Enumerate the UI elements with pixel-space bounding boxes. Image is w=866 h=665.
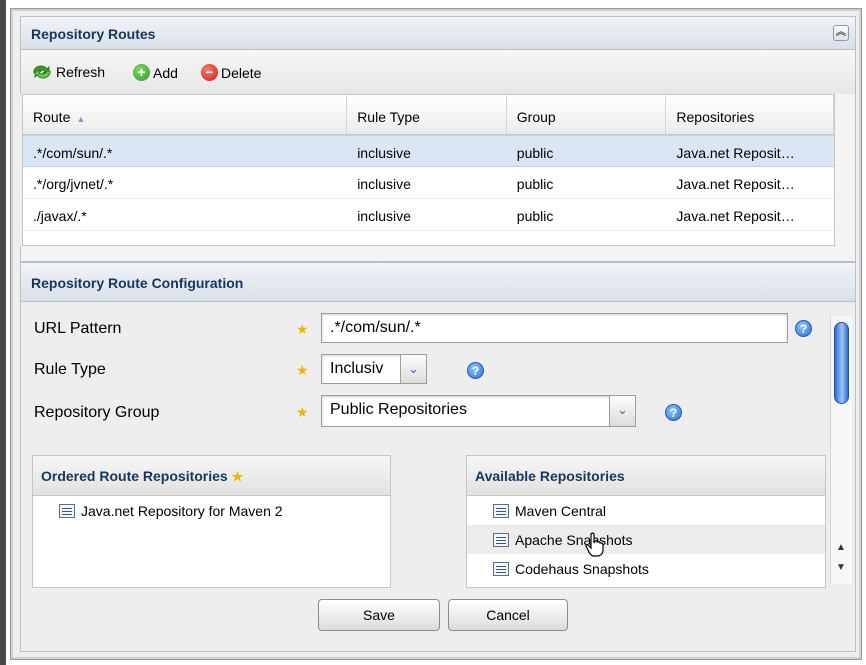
cell-route: .*/org/jvnet/.* [33,176,114,192]
table-row[interactable]: .*/org/jvnet/.* inclusive public Java.ne… [23,167,834,199]
delete-label: Delete [221,64,262,81]
routes-grid: Route ▲ Rule Type Group Repositories .*/c… [22,94,835,246]
cell-route: .*/com/sun/.* [33,145,113,161]
double-chevron-up-icon[interactable]: ︽ [833,25,849,41]
column-label: Route [33,109,71,125]
repository-group-value: Public Repositories [330,401,467,418]
available-repositories-list: Available Repositories Maven Central Apa… [466,455,826,588]
scroll-down-icon[interactable]: ▼ [836,562,846,573]
cell-repositories: Java.net Reposit… [676,208,795,224]
list-item-label: Maven Central [515,502,607,519]
refresh-label: Refresh [56,64,106,80]
required-star-icon: ★ [296,362,309,378]
cell-rule-type: inclusive [357,145,411,161]
required-star-icon: ★ [296,321,309,337]
cell-route: ./javax/.* [33,208,87,224]
column-header-repositories[interactable]: Repositories [666,95,834,134]
grid-footer [20,246,856,262]
cell-repositories: Java.net Reposit… [676,145,795,161]
url-pattern-label: URL Pattern [34,320,122,337]
chevron-down-icon[interactable]: ⌄ [609,396,635,426]
repository-icon [493,503,509,518]
list-item[interactable]: Apache Snapshots [467,525,825,554]
ordered-repositories-list: Ordered Route Repositories ★ Java.net Re… [32,455,391,588]
help-icon[interactable]: ? [467,362,484,379]
list-item-label: Java.net Repository for Maven 2 [81,502,283,519]
scroll-thumb[interactable] [834,322,849,404]
available-list-header: Available Repositories [467,456,825,496]
repository-group-label: Repository Group [34,404,160,421]
chevron-down-icon[interactable]: ⌄ [400,355,426,383]
rule-type-label: Rule Type [34,361,106,378]
column-header-route[interactable]: Route ▲ [23,95,348,134]
available-list-title: Available Repositories [475,468,625,484]
grid-header: Route ▲ Rule Type Group Repositories [23,95,834,135]
grid-side-strip [835,94,856,246]
rule-type-value: Inclusiv [330,360,384,377]
ordered-list-title: Ordered Route Repositories [41,468,228,484]
cancel-button[interactable]: Cancel [448,599,568,631]
top-strip [0,0,866,8]
config-panel-title: Repository Route Configuration [31,275,244,291]
config-panel-header: Repository Route Configuration [20,262,856,302]
window-left-edge [0,0,6,665]
routes-panel-header: Repository Routes ︽ [20,16,856,50]
repository-icon [493,532,509,547]
list-item[interactable]: Codehaus Snapshots [467,554,825,583]
column-header-group[interactable]: Group [507,95,667,134]
refresh-button[interactable]: Refresh [31,64,105,80]
cell-group: public [516,145,554,161]
list-item[interactable]: Java.net Repository for Maven 2 [33,496,390,525]
repository-icon [59,503,75,518]
add-icon: + [133,64,150,81]
cell-rule-type: inclusive [357,176,411,192]
table-row[interactable]: .*/com/sun/.* inclusive public Java.net … [23,135,834,167]
url-pattern-input[interactable]: .*/com/sun/.* [321,313,788,343]
help-icon[interactable]: ? [665,404,682,421]
sort-ascending-icon: ▲ [76,114,86,124]
list-item-label: Codehaus Snapshots [515,560,649,577]
routes-toolbar: Refresh + Add − Delete [20,50,856,94]
add-label: Add [153,64,178,81]
delete-icon: − [201,64,218,81]
required-star-icon: ★ [296,404,309,420]
rule-type-select[interactable]: Inclusiv ⌄ [321,354,427,384]
save-button[interactable]: Save [318,599,440,631]
ordered-list-header: Ordered Route Repositories ★ [33,456,390,496]
list-item[interactable]: Maven Central [467,496,825,525]
cell-repositories: Java.net Reposit… [676,176,795,192]
cell-rule-type: inclusive [357,208,411,224]
help-icon[interactable]: ? [795,320,812,337]
refresh-icon [33,65,51,79]
table-row[interactable]: ./javax/.* inclusive public Java.net Rep… [23,199,834,231]
config-scrollbar[interactable]: ▲ ▼ [830,316,852,584]
routes-panel-title: Repository Routes [31,26,156,42]
required-star-icon: ★ [231,469,244,484]
add-button[interactable]: + Add [133,64,178,81]
hand-cursor-icon [585,532,604,557]
scroll-up-icon[interactable]: ▲ [836,542,846,553]
cell-group: public [516,208,554,224]
list-item-label: Apache Snapshots [515,531,633,548]
column-header-rule-type[interactable]: Rule Type [347,95,507,134]
cell-group: public [516,176,554,192]
delete-button[interactable]: − Delete [201,64,261,81]
repository-icon [493,561,509,576]
repository-group-select[interactable]: Public Repositories ⌄ [321,395,636,427]
